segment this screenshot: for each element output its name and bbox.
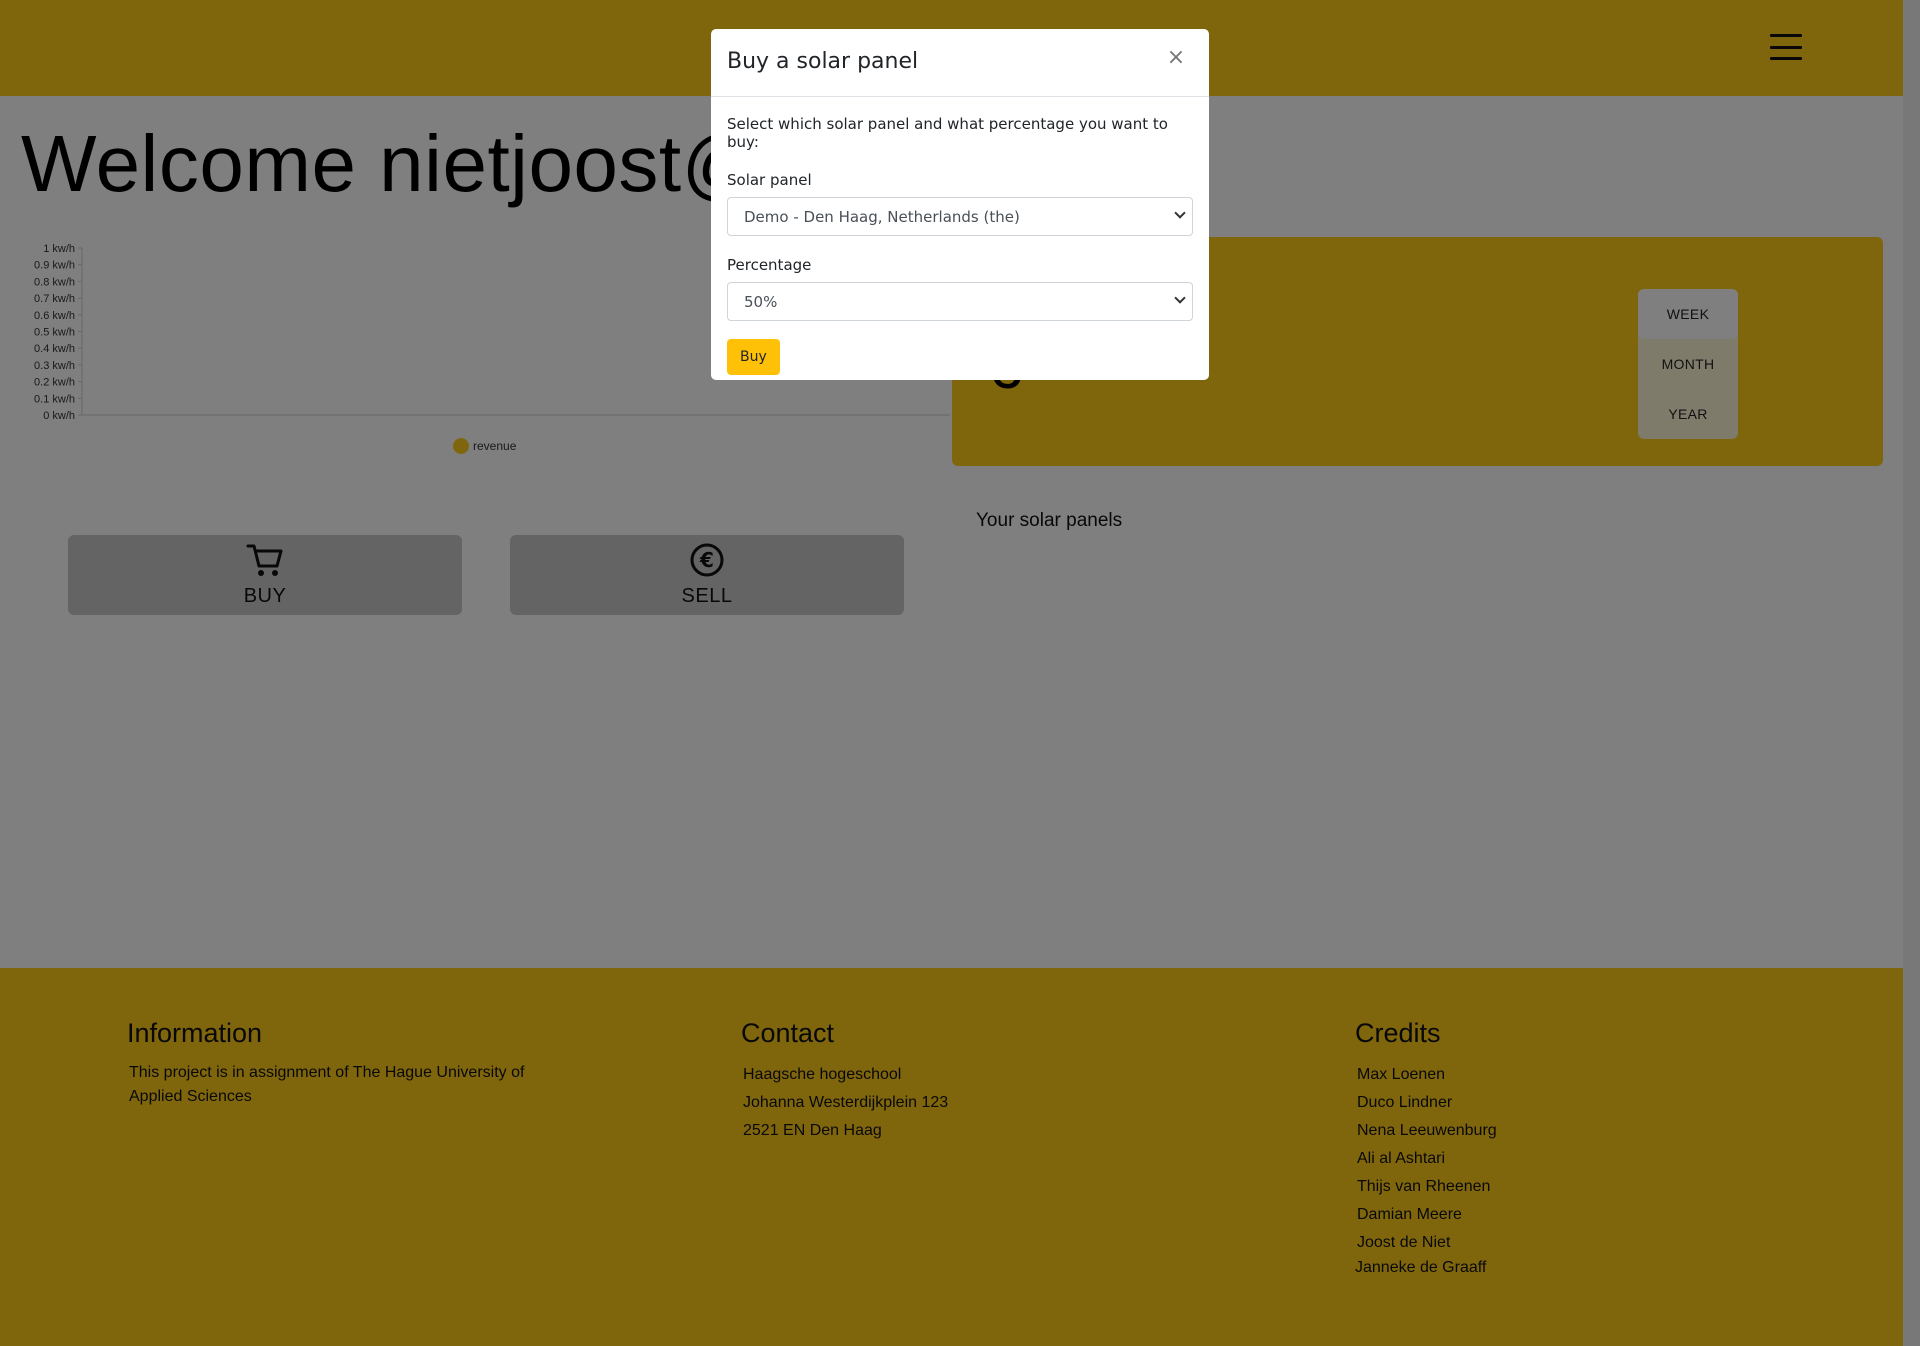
- solar-panel-label: Solar panel: [727, 171, 812, 189]
- buy-submit-button[interactable]: Buy: [727, 339, 780, 375]
- solar-panel-select[interactable]: Demo - Den Haag, Netherlands (the): [727, 197, 1193, 236]
- modal-title: Buy a solar panel: [727, 49, 919, 74]
- chevron-down-icon: [1174, 292, 1186, 304]
- modal-body: Select which solar panel and what percen…: [711, 97, 1209, 375]
- modal-intro-text: Select which solar panel and what percen…: [727, 115, 1168, 151]
- percentage-selected-value: 50%: [744, 293, 778, 311]
- buy-solar-panel-modal: Buy a solar panel × Select which solar p…: [711, 29, 1209, 380]
- percentage-select[interactable]: 50%: [727, 282, 1193, 321]
- close-icon[interactable]: ×: [1163, 45, 1189, 71]
- percentage-label: Percentage: [727, 256, 812, 274]
- chevron-down-icon: [1174, 207, 1186, 219]
- solar-panel-selected-value: Demo - Den Haag, Netherlands (the): [744, 208, 1020, 226]
- modal-header: Buy a solar panel ×: [711, 29, 1209, 97]
